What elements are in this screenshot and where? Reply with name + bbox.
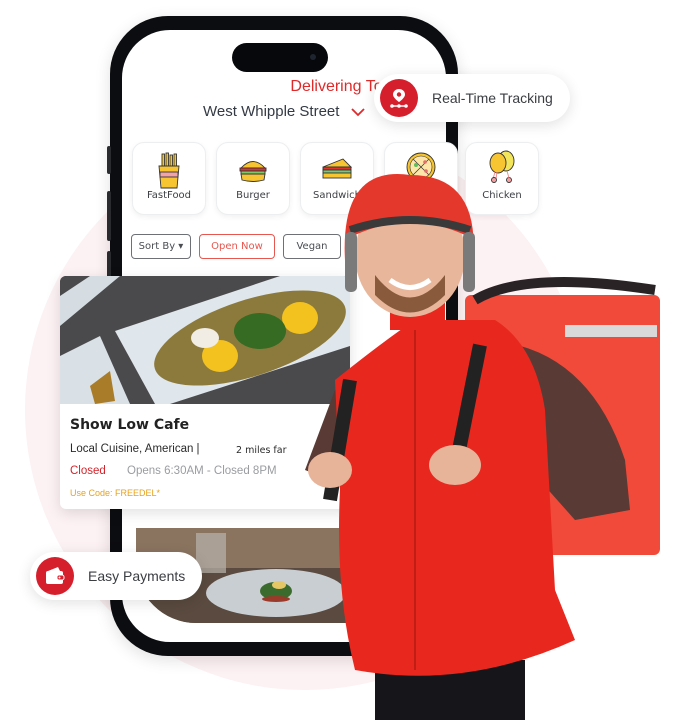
real-time-tracking-badge: Real-Time Tracking	[374, 74, 570, 122]
delivering-to-title: Delivering To	[290, 78, 383, 95]
opening-hours: Opens 6:30AM - Closed 8PM	[127, 465, 277, 477]
chevron-down-icon	[351, 107, 366, 116]
phone-side-button	[107, 191, 111, 241]
promo-code: Use Code: FREEDEL*	[70, 488, 161, 498]
payments-label: Easy Payments	[88, 568, 186, 584]
wallet-icon	[36, 557, 74, 595]
restaurant-name: Show Low Cafe	[70, 417, 190, 433]
fries-icon	[158, 152, 180, 189]
open-status: Closed	[70, 465, 106, 477]
easy-payments-badge: Easy Payments	[30, 552, 202, 600]
address-text: West Whipple Street	[203, 103, 340, 120]
delivery-courier-image	[305, 174, 660, 720]
burger-icon	[239, 161, 267, 182]
category-label: Burger	[236, 190, 270, 201]
camera-dot	[310, 54, 316, 60]
filter-open-now[interactable]: Open Now	[199, 234, 275, 259]
phone-side-button	[107, 146, 111, 174]
address-selector[interactable]: West Whipple Street	[203, 103, 366, 120]
category-fastfood[interactable]: FastFood	[132, 142, 206, 215]
restaurant-cuisine: Local Cuisine, American |	[70, 443, 200, 455]
sort-by-dropdown[interactable]: Sort By ▾	[131, 234, 191, 259]
dynamic-island	[232, 43, 328, 72]
category-burger[interactable]: Burger	[216, 142, 290, 215]
category-label: FastFood	[146, 190, 192, 201]
location-pin-route-icon	[380, 79, 418, 117]
restaurant-distance: 2 miles far	[236, 445, 287, 456]
tracking-label: Real-Time Tracking	[432, 90, 553, 106]
